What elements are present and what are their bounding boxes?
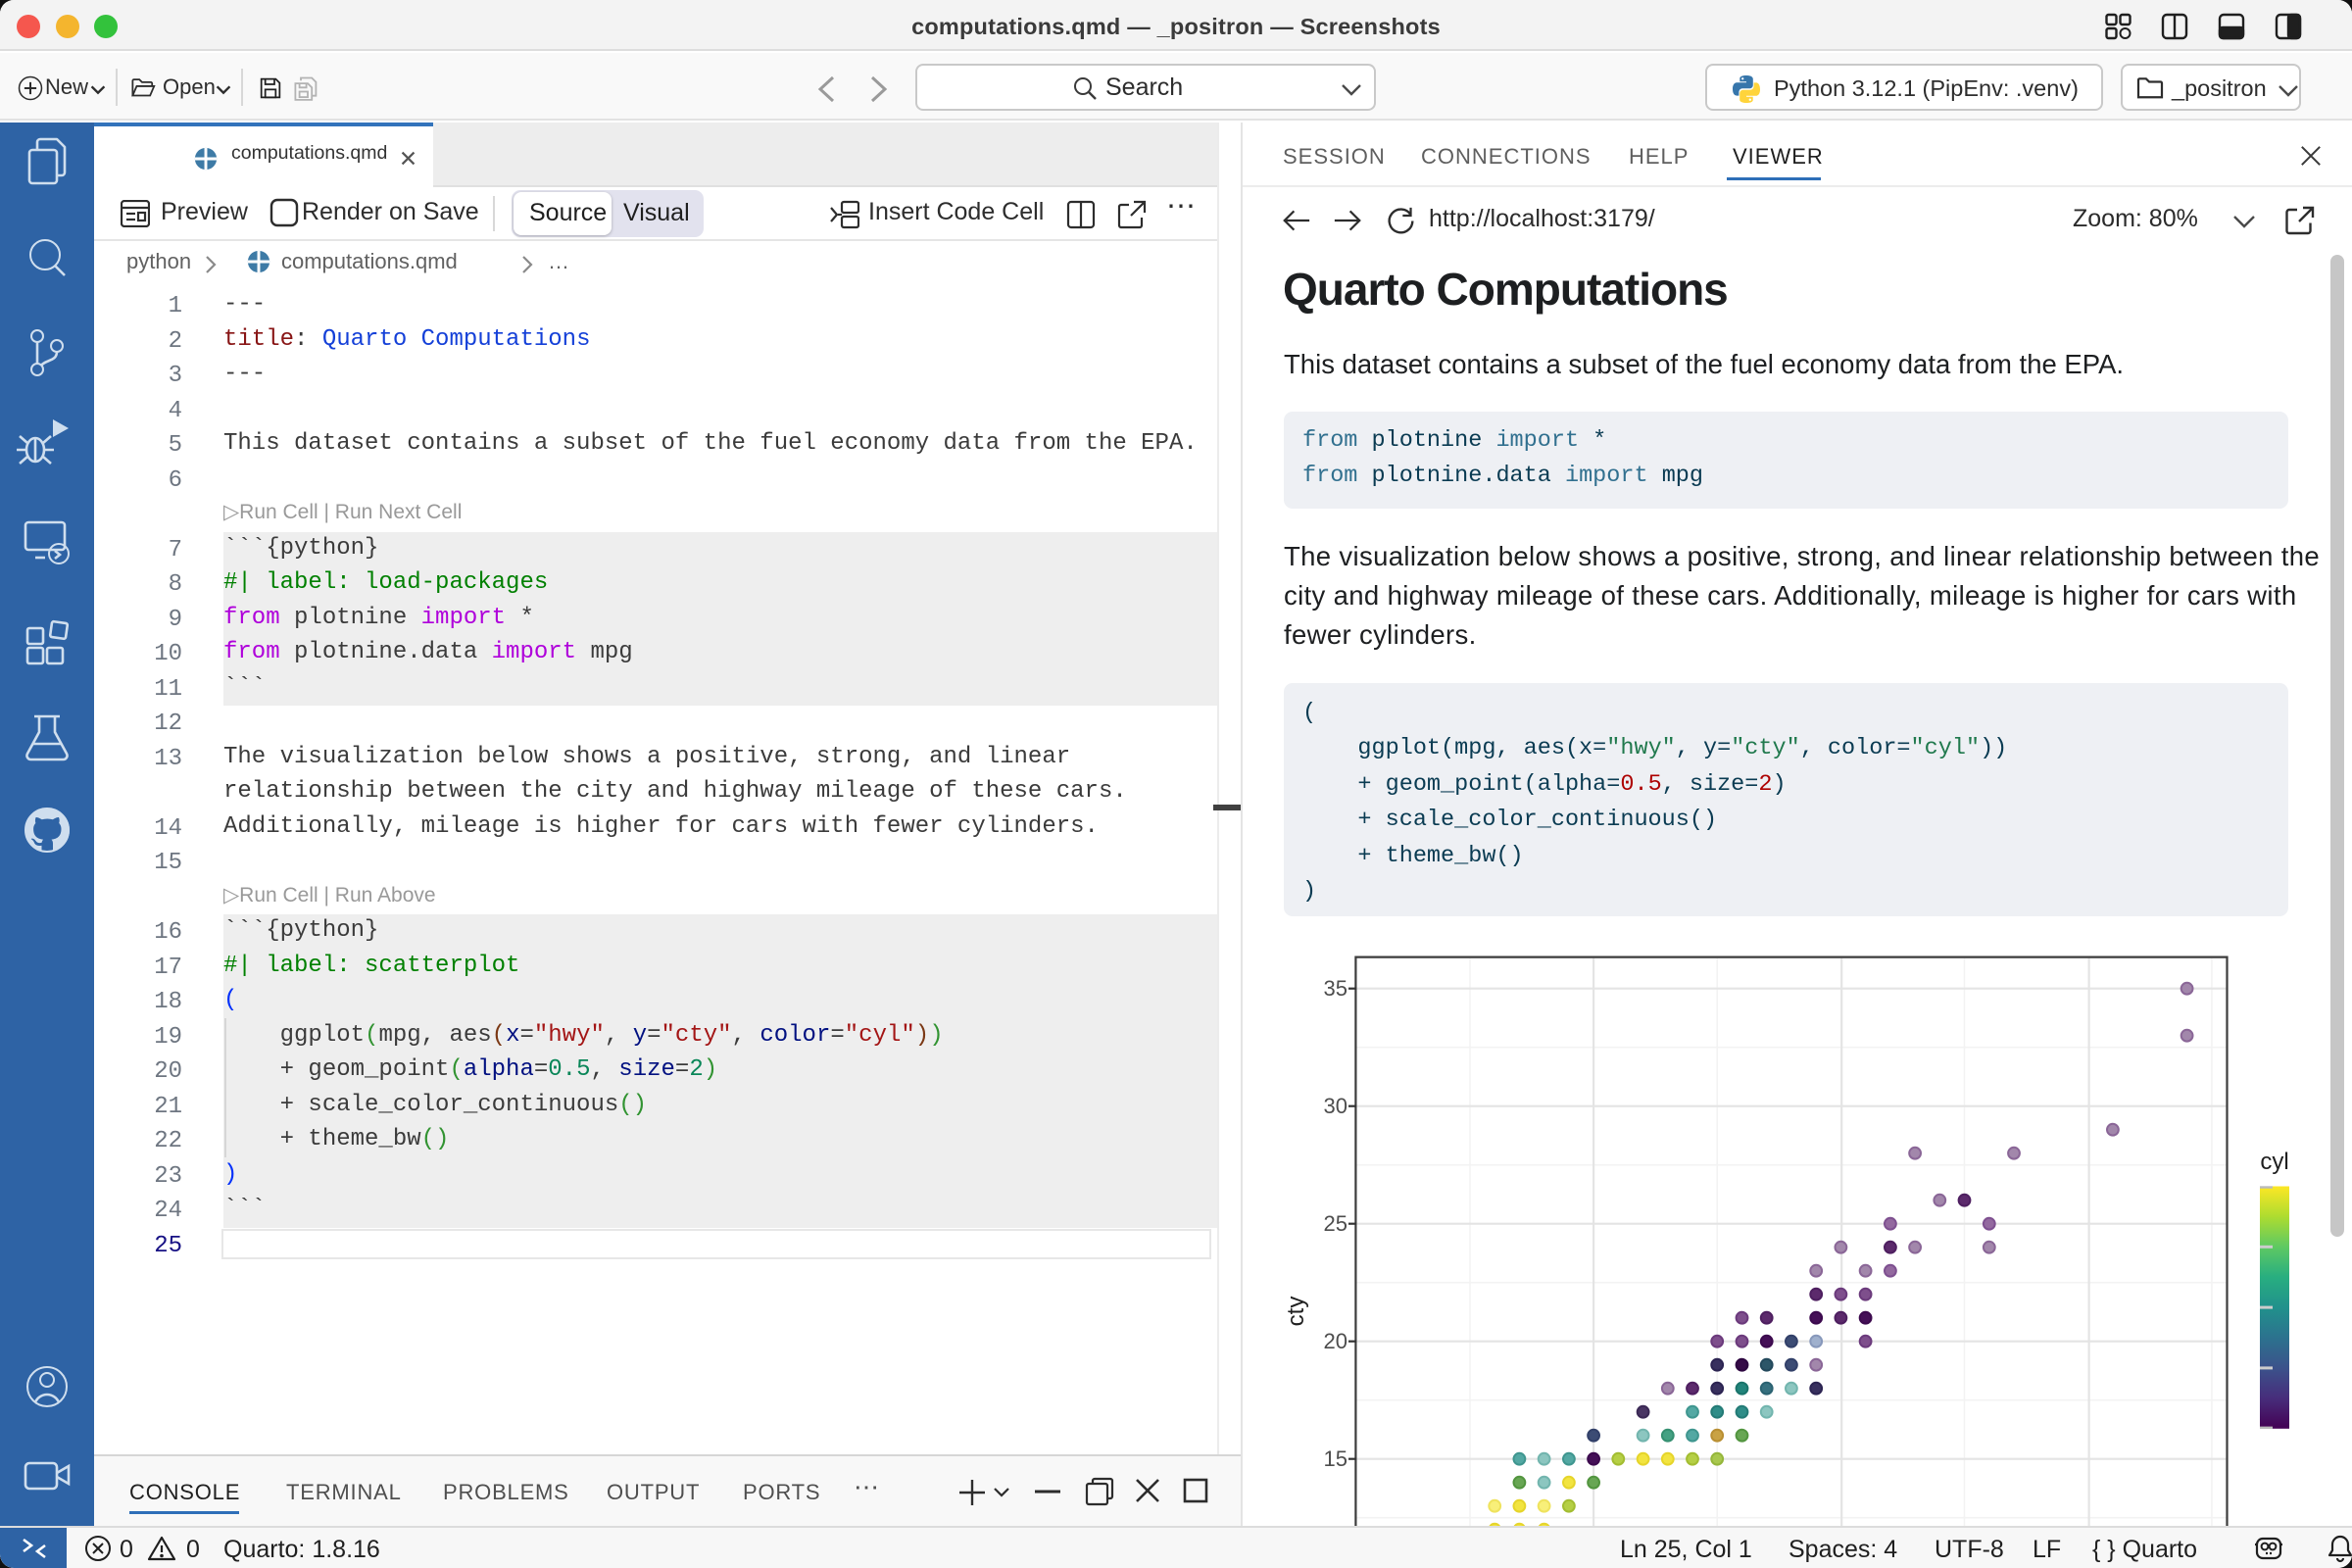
svg-text:cty: cty (1283, 1297, 1309, 1327)
svg-text:15: 15 (1324, 1446, 1348, 1471)
svg-text:20: 20 (1324, 1329, 1348, 1353)
svg-text:35: 35 (1324, 976, 1348, 1001)
svg-text:25: 25 (1324, 1211, 1348, 1236)
svg-text:30: 30 (1324, 1094, 1348, 1118)
svg-text:cyl: cyl (2260, 1149, 2288, 1175)
